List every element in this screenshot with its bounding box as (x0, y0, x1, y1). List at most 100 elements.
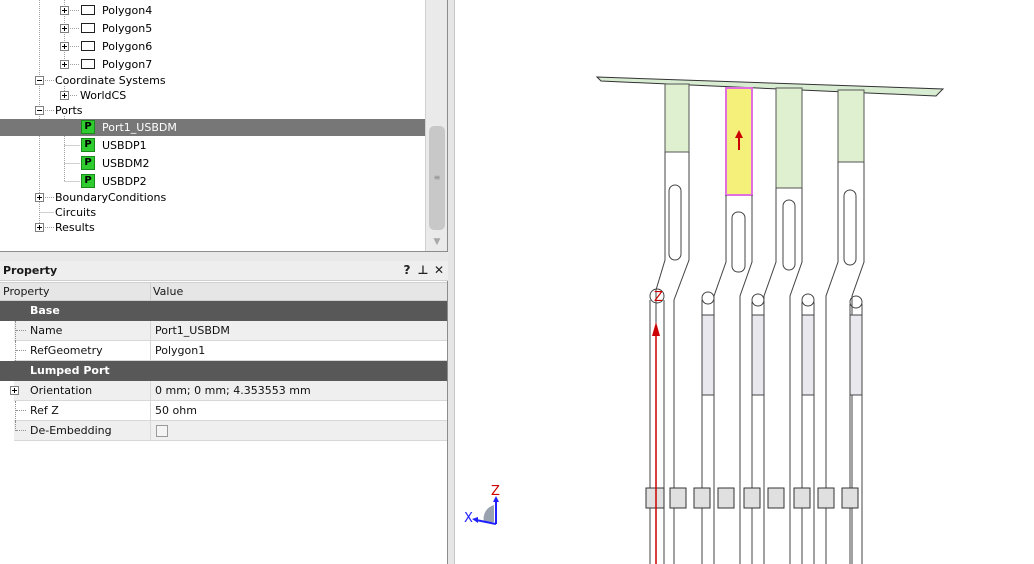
tree-item-label: Results (55, 221, 95, 234)
category-base[interactable]: Base (0, 301, 447, 321)
port-face-usbdp2[interactable] (837, 89, 865, 163)
category-lumped-port[interactable]: Lumped Port (0, 361, 447, 381)
pin-icon[interactable]: ⊥ (416, 263, 430, 278)
expand-icon[interactable] (60, 91, 69, 100)
port-face-usbdm2[interactable] (775, 87, 803, 189)
expand-icon[interactable] (60, 42, 69, 51)
column-divider (150, 421, 151, 441)
property-titlebar: Property ? ⊥ ✕ (0, 261, 448, 281)
model-geometry: Z Z X (464, 76, 945, 564)
tree-item-label: Port1_USBDM (102, 121, 177, 134)
tree-item-usbdp1[interactable]: P USBDP1 (0, 137, 425, 154)
tree-line (16, 410, 26, 411)
horizontal-splitter[interactable] (0, 252, 448, 261)
tree-item-label: Polygon4 (102, 4, 153, 17)
port-icon: P (81, 156, 95, 170)
property-name: Orientation (30, 384, 93, 397)
port-icon: P (81, 138, 95, 152)
property-grid-header: Property Value (0, 282, 447, 301)
de-embedding-checkbox[interactable] (156, 425, 168, 437)
scroll-down-icon[interactable]: ▼ (430, 236, 444, 248)
tree-item-label: Polygon6 (102, 40, 153, 53)
expand-icon[interactable] (60, 6, 69, 15)
polygon-icon (81, 41, 95, 51)
tree-line (15, 341, 16, 361)
column-divider (150, 381, 151, 401)
tree-item-polygon7[interactable]: Polygon7 (0, 56, 425, 73)
column-divider[interactable] (150, 283, 151, 301)
expand-icon[interactable] (10, 386, 19, 395)
close-icon[interactable]: ✕ (432, 263, 446, 278)
property-name: De-Embedding (30, 424, 112, 437)
tree-item-ports[interactable]: Ports (0, 102, 425, 119)
tree-item-usbdm2[interactable]: P USBDM2 (0, 155, 425, 172)
tree-item-label: Coordinate Systems (55, 74, 166, 87)
expand-icon[interactable] (60, 60, 69, 69)
property-row-name[interactable]: Name Port1_USBDM (0, 321, 447, 341)
connector-pins (645, 152, 865, 564)
tree-item-polygon5[interactable]: Polygon5 (0, 20, 425, 37)
tree-item-label: USBDP2 (102, 175, 147, 188)
column-divider (150, 401, 151, 421)
property-value[interactable]: Polygon1 (155, 344, 205, 357)
expand-icon[interactable] (35, 223, 44, 232)
tree-item-label: Polygon7 (102, 58, 153, 71)
property-value[interactable]: 0 mm; 0 mm; 4.353553 mm (155, 384, 311, 397)
tree-line (16, 330, 26, 331)
grip-icon: ≡ (433, 173, 441, 182)
row-gutter (0, 421, 14, 441)
tree-item-polygon4[interactable]: Polygon4 (0, 2, 425, 19)
port-marker-label: Z (654, 290, 663, 305)
property-row-ref-z[interactable]: Ref Z 50 ohm (0, 401, 447, 421)
row-gutter (0, 401, 14, 421)
row-gutter (0, 341, 14, 361)
column-header-property[interactable]: Property (3, 285, 50, 298)
tree-item-polygon6[interactable]: Polygon6 (0, 38, 425, 55)
polygon-icon (81, 23, 95, 33)
reference-plane (595, 76, 945, 97)
expand-icon[interactable] (35, 193, 44, 202)
expand-icon[interactable] (60, 24, 69, 33)
tree-item-label: WorldCS (80, 89, 127, 102)
tree-item-results[interactable]: Results (0, 219, 425, 236)
property-name: Ref Z (30, 404, 59, 417)
tree-line (16, 430, 26, 431)
project-tree[interactable]: Polygon4 Polygon5 Polygon6 Polygon7 Coor… (0, 0, 448, 252)
collapse-icon[interactable] (35, 106, 44, 115)
tree-line (15, 321, 16, 341)
tree-line (16, 350, 26, 351)
collapse-icon[interactable] (35, 76, 44, 85)
tree-item-label: USBDM2 (102, 157, 150, 170)
column-header-value[interactable]: Value (153, 285, 183, 298)
tree-item-port1-usbdm[interactable]: P Port1_USBDM (0, 119, 425, 136)
property-panel-title: Property (3, 264, 58, 277)
property-row-orientation[interactable]: Orientation 0 mm; 0 mm; 4.353553 mm (0, 381, 447, 401)
vertical-splitter[interactable] (448, 0, 455, 564)
scrollbar-thumb[interactable]: ≡ (429, 126, 445, 230)
property-row-refgeometry[interactable]: RefGeometry Polygon1 (0, 341, 447, 361)
tree-item-usbdp2[interactable]: P USBDP2 (0, 173, 425, 190)
polygon-icon (81, 59, 95, 69)
tree-item-label: USBDP1 (102, 139, 147, 152)
property-value[interactable]: 50 ohm (155, 404, 197, 417)
help-icon[interactable]: ? (400, 263, 414, 278)
tree-item-label: Circuits (55, 206, 97, 219)
port-face-usbdp1[interactable] (664, 83, 690, 153)
property-value[interactable]: Port1_USBDM (155, 324, 230, 337)
property-name: RefGeometry (30, 344, 103, 357)
3d-viewport[interactable]: Z Z X (456, 0, 1034, 564)
category-label: Base (30, 304, 60, 317)
row-gutter (0, 321, 14, 341)
property-name: Name (30, 324, 63, 337)
property-panel: Property ? ⊥ ✕ Property Value Base Name … (0, 261, 448, 564)
triad-x-label: X (464, 511, 473, 526)
port-icon: P (81, 120, 95, 134)
axis-triad: Z X (464, 484, 500, 526)
triad-z-label: Z (491, 484, 500, 499)
port-icon: P (81, 174, 95, 188)
tree-scrollbar[interactable]: ≡ ▼ (425, 0, 447, 251)
arrow-up-icon (652, 322, 660, 336)
property-row-de-embedding[interactable]: De-Embedding (0, 421, 447, 441)
tree-item-label: BoundaryConditions (55, 191, 167, 204)
tree-line (15, 401, 16, 421)
